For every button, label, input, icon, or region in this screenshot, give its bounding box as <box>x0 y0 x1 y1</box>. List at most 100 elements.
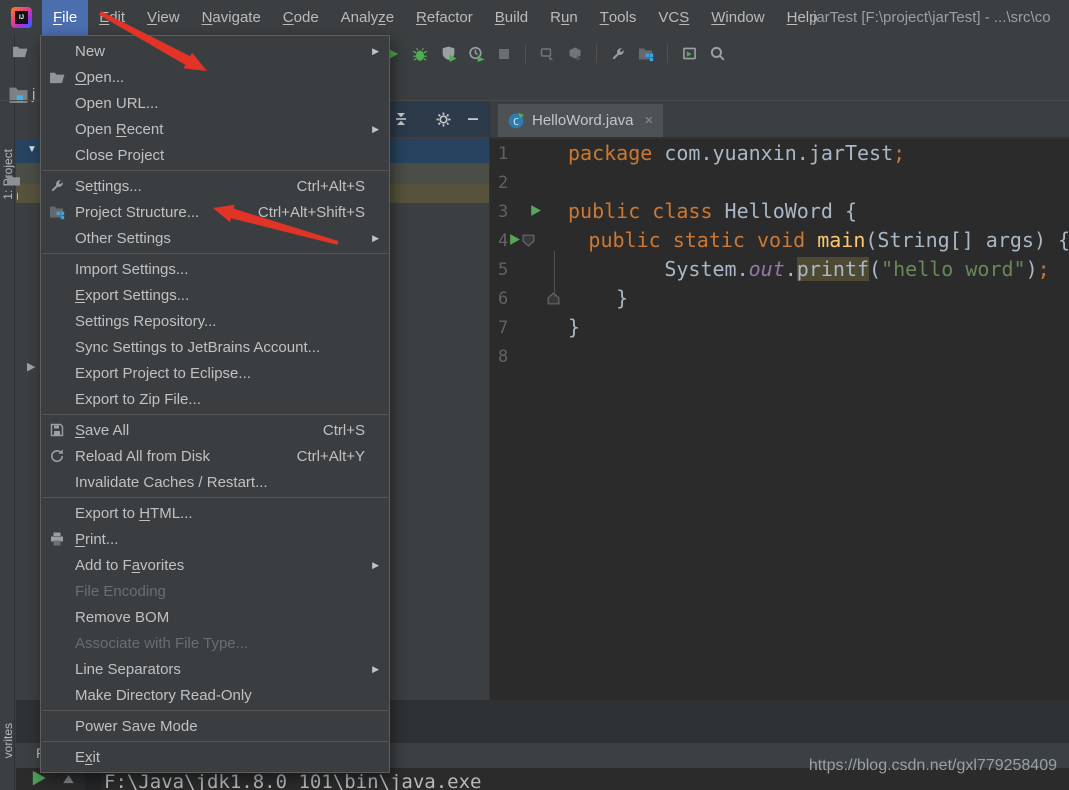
menu-item-power-save-mode[interactable]: Power Save Mode <box>41 713 389 739</box>
line-number: 3 <box>490 202 524 222</box>
close-icon[interactable]: × <box>644 112 653 129</box>
menu-item-export-settings[interactable]: Export Settings... <box>41 282 389 308</box>
code-line-8[interactable]: 8 <box>490 342 1069 371</box>
fold-marker-icon[interactable] <box>521 233 536 249</box>
menu-item-open[interactable]: Open... <box>41 64 389 90</box>
menu-item-add-to-favorites[interactable]: Add to Favorites▶ <box>41 552 389 578</box>
printer-icon <box>49 531 75 547</box>
project-structure-icon[interactable] <box>636 44 656 64</box>
menu-item-open-url[interactable]: Open URL... <box>41 90 389 116</box>
menubar-item-run[interactable]: Run <box>539 0 589 35</box>
collapse-up-icon[interactable] <box>62 773 75 785</box>
code-line-7[interactable]: 7} <box>490 313 1069 342</box>
menu-item-make-directory-read-only[interactable]: Make Directory Read-Only <box>41 682 389 708</box>
folder-icon <box>6 174 21 186</box>
menu-item-settings[interactable]: Settings...Ctrl+Alt+S <box>41 173 389 199</box>
menu-item-project-structure[interactable]: Project Structure...Ctrl+Alt+Shift+S <box>41 199 389 225</box>
save-all-icon <box>49 422 75 438</box>
menu-item-sync-settings-to-jetbrains-account[interactable]: Sync Settings to JetBrains Account... <box>41 334 389 360</box>
menu-item-save-all[interactable]: Save AllCtrl+S <box>41 417 389 443</box>
menu-separator <box>42 253 388 254</box>
menubar-item-view[interactable]: View <box>136 0 191 35</box>
submenu-arrow-icon: ▶ <box>369 46 379 57</box>
menu-item-print[interactable]: Print... <box>41 526 389 552</box>
build-artifact-icon[interactable] <box>565 44 585 64</box>
menu-bar: FileEditViewNavigateCodeAnalyzeRefactorB… <box>42 0 828 35</box>
menu-item-label: Settings... <box>75 178 297 195</box>
project-structure-icon <box>49 204 75 220</box>
menu-item-open-recent[interactable]: Open Recent▶ <box>41 116 389 142</box>
menu-item-reload-all-from-disk[interactable]: Reload All from DiskCtrl+Alt+Y <box>41 443 389 469</box>
tab-helloword-java[interactable]: C HelloWord.java × <box>498 104 663 137</box>
menu-item-label: Open Recent <box>75 121 369 138</box>
menubar-item-window[interactable]: Window <box>700 0 775 35</box>
code-editor[interactable]: 1 package com.yuanxin.jarTest;23public cl… <box>490 139 1069 700</box>
debug-icon[interactable] <box>410 44 430 64</box>
code-line-5[interactable]: 5 System.out.printf("hello word"); <box>490 255 1069 284</box>
fold-marker-icon[interactable] <box>546 291 564 307</box>
menubar-item-refactor[interactable]: Refactor <box>405 0 484 35</box>
code-line-2[interactable]: 2 <box>490 168 1069 197</box>
menu-item-export-to-zip-file[interactable]: Export to Zip File... <box>41 386 389 412</box>
code-text: package com.yuanxin.jarTest; <box>564 139 905 168</box>
menu-item-import-settings[interactable]: Import Settings... <box>41 256 389 282</box>
menu-item-export-project-to-eclipse[interactable]: Export Project to Eclipse... <box>41 360 389 386</box>
menu-item-export-to-html[interactable]: Export to HTML... <box>41 500 389 526</box>
line-number: 6 <box>490 289 524 309</box>
menubar-item-vcs[interactable]: VCS <box>647 0 700 35</box>
tab-title: HelloWord.java <box>532 112 633 129</box>
menu-item-other-settings[interactable]: Other Settings▶ <box>41 225 389 251</box>
tool-window-button-favorites[interactable]: vorites <box>0 700 15 782</box>
collapse-all-icon[interactable] <box>392 110 410 128</box>
menu-item-label: Other Settings <box>75 230 369 247</box>
menu-item-remove-bom[interactable]: Remove BOM <box>41 604 389 630</box>
menubar-item-code[interactable]: Code <box>272 0 330 35</box>
menubar-item-file[interactable]: File <box>42 0 88 35</box>
fold-guide-line <box>554 251 555 297</box>
menu-item-label: New <box>75 43 369 60</box>
stop-icon[interactable] <box>494 44 514 64</box>
search-everywhere-icon[interactable] <box>707 44 727 64</box>
menubar-item-build[interactable]: Build <box>484 0 539 35</box>
run-gutter-icon[interactable] <box>524 204 546 220</box>
code-line-3[interactable]: 3public class HelloWord { <box>490 197 1069 226</box>
code-line-4[interactable]: 4 public static void main(String[] args)… <box>490 226 1069 255</box>
menu-item-label: Sync Settings to JetBrains Account... <box>75 339 369 356</box>
attach-debugger-icon[interactable] <box>537 44 557 64</box>
submenu-arrow-icon: ▶ <box>369 560 379 571</box>
code-line-6[interactable]: 6 } <box>490 284 1069 313</box>
menu-separator <box>42 710 388 711</box>
gutter-space <box>546 349 564 365</box>
run-with-coverage-icon[interactable] <box>438 44 458 64</box>
menu-item-invalidate-caches-restart[interactable]: Invalidate Caches / Restart... <box>41 469 389 495</box>
menubar-item-edit[interactable]: Edit <box>88 0 136 35</box>
reload-icon <box>49 448 75 464</box>
menubar-item-analyze[interactable]: Analyze <box>330 0 405 35</box>
menu-item-close-project[interactable]: Close Project <box>41 142 389 168</box>
menu-separator <box>42 497 388 498</box>
line-number: 1 <box>490 144 524 164</box>
menubar-item-tools[interactable]: Tools <box>589 0 648 35</box>
watermark-url: https://blog.csdn.net/gxl779258409 <box>809 757 1057 775</box>
open-folder-icon[interactable] <box>12 44 29 59</box>
menu-item-new[interactable]: New▶ <box>41 38 389 64</box>
code-line-1[interactable]: 1 package com.yuanxin.jarTest; <box>490 139 1069 168</box>
menu-item-exit[interactable]: Exit <box>41 744 389 770</box>
submenu-arrow-icon: ▶ <box>369 124 379 135</box>
chevron-down-icon[interactable]: ▼ <box>27 144 37 155</box>
gutter-space <box>546 320 564 336</box>
settings-gear-icon[interactable] <box>434 110 452 128</box>
run-anything-icon[interactable] <box>679 44 699 64</box>
chevron-right-icon[interactable]: ▶ <box>27 360 35 373</box>
run-gutter-icon[interactable] <box>508 233 521 249</box>
line-number: 5 <box>490 260 524 280</box>
hide-icon[interactable] <box>464 110 482 128</box>
settings-wrench-icon[interactable] <box>608 44 628 64</box>
menu-item-line-separators[interactable]: Line Separators▶ <box>41 656 389 682</box>
profiler-icon[interactable] <box>466 44 486 64</box>
menu-item-settings-repository[interactable]: Settings Repository... <box>41 308 389 334</box>
menu-item-associate-with-file-type: Associate with File Type... <box>41 630 389 656</box>
menu-item-label: Line Separators <box>75 661 369 678</box>
line-number: 4 <box>490 231 508 251</box>
menubar-item-navigate[interactable]: Navigate <box>191 0 272 35</box>
